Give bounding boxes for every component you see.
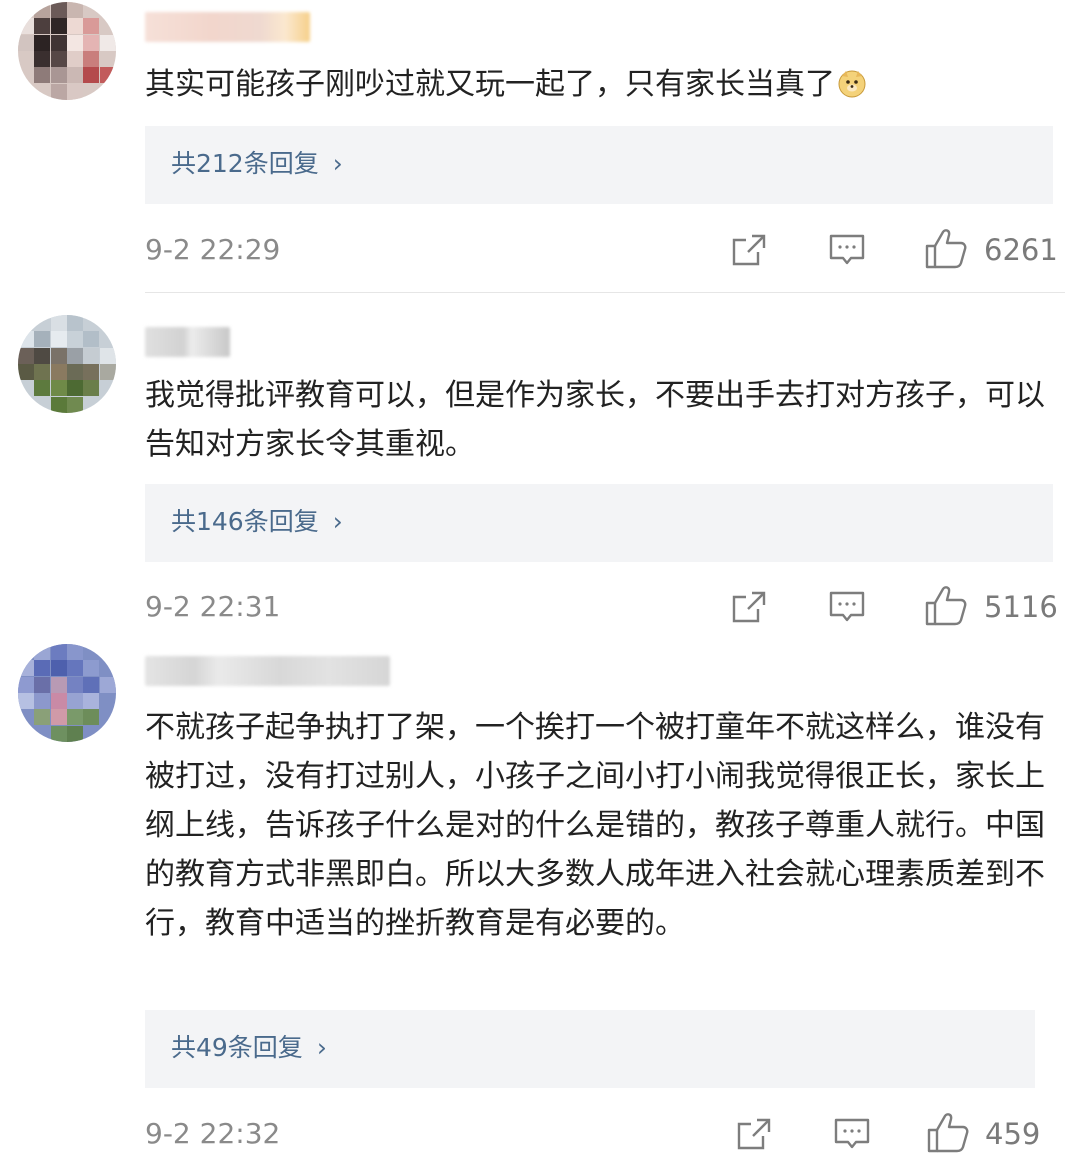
avatar[interactable] <box>18 315 116 413</box>
chevron-right-icon: › <box>332 149 343 178</box>
comment-text: 其实可能孩子刚吵过就又玩一起了，只有家长当真了 <box>145 60 1050 109</box>
timestamp: 9-2 22:31 <box>145 590 281 623</box>
username-blurred[interactable] <box>145 327 230 357</box>
share-icon[interactable] <box>730 589 768 625</box>
comment-meta: 9-2 22:29 6261 <box>0 226 1065 276</box>
view-replies-button[interactable]: 共212条回复 › <box>145 126 1053 204</box>
avatar[interactable] <box>18 644 116 742</box>
comment-3: 不就孩子起争执打了架，一个挨打一个被打童年不就这样么，谁没有被打过，没有打过别人… <box>0 640 1065 1153</box>
thumbs-up-icon[interactable] <box>926 1110 970 1154</box>
replies-count-label: 共212条回复 <box>171 149 319 178</box>
chevron-right-icon: › <box>332 507 343 536</box>
username-blurred[interactable] <box>145 12 310 42</box>
avatar[interactable] <box>18 2 116 100</box>
replies-count-label: 共146条回复 <box>171 507 319 536</box>
replies-count-label: 共49条回复 <box>171 1033 303 1062</box>
divider <box>145 292 1065 293</box>
like-count: 5116 <box>984 590 1058 624</box>
comment-text: 不就孩子起争执打了架，一个挨打一个被打童年不就这样么，谁没有被打过，没有打过别人… <box>145 703 1050 948</box>
view-replies-button[interactable]: 共49条回复 › <box>145 1010 1035 1088</box>
timestamp: 9-2 22:32 <box>145 1117 281 1150</box>
chevron-right-icon: › <box>316 1033 327 1062</box>
like-count: 459 <box>985 1117 1041 1151</box>
comment-text: 我觉得批评教育可以，但是作为家长，不要出手去打对方孩子，可以告知对方家长令其重视… <box>145 371 1050 469</box>
comment-meta: 9-2 22:31 5116 <box>0 583 1065 633</box>
comment-icon[interactable] <box>833 1116 871 1154</box>
share-icon[interactable] <box>730 232 768 268</box>
comment-text-content: 我觉得批评教育可以，但是作为家长，不要出手去打对方孩子，可以告知对方家长令其重视… <box>145 378 1045 462</box>
comment-2: 我觉得批评教育可以，但是作为家长，不要出手去打对方孩子，可以告知对方家长令其重视… <box>0 295 1065 640</box>
comment-text-content: 不就孩子起争执打了架，一个挨打一个被打童年不就这样么，谁没有被打过，没有打过别人… <box>145 710 1045 941</box>
thumbs-up-icon[interactable] <box>924 583 968 627</box>
comment-1: 其实可能孩子刚吵过就又玩一起了，只有家长当真了 共212条回复 › 9-2 22:… <box>0 0 1065 295</box>
view-replies-button[interactable]: 共146条回复 › <box>145 484 1053 562</box>
comment-meta: 9-2 22:32 459 <box>0 1110 1065 1160</box>
timestamp: 9-2 22:29 <box>145 233 281 266</box>
comment-icon[interactable] <box>828 232 866 270</box>
share-icon[interactable] <box>735 1116 773 1152</box>
username-blurred[interactable] <box>145 656 390 686</box>
comment-icon[interactable] <box>828 589 866 627</box>
thumbs-up-icon[interactable] <box>924 226 968 270</box>
doge-emoji-icon <box>838 70 866 98</box>
like-count: 6261 <box>984 233 1058 267</box>
comment-text-content: 其实可能孩子刚吵过就又玩一起了，只有家长当真了 <box>145 67 835 102</box>
